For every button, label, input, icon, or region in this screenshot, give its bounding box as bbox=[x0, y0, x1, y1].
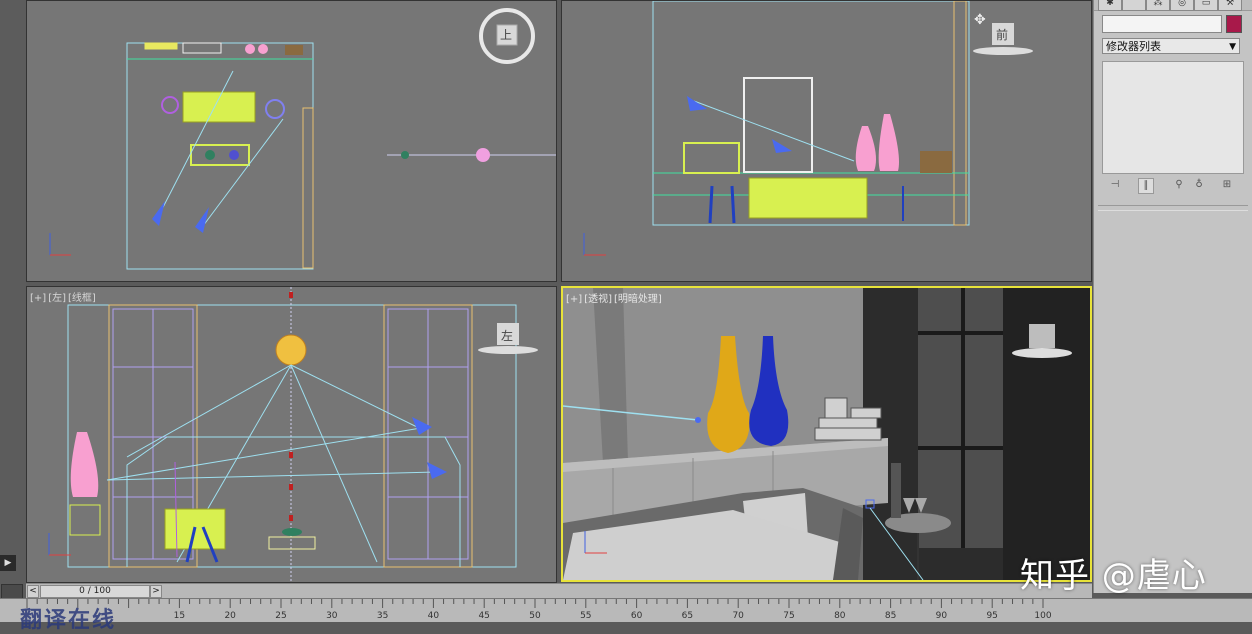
track-bar-tick-label: 65 bbox=[681, 611, 694, 621]
view-cube-left[interactable]: 左 bbox=[501, 327, 513, 344]
pin-stack-icon[interactable]: ⊣ bbox=[1108, 178, 1122, 192]
time-prev-button[interactable]: < bbox=[27, 585, 39, 598]
viewport-label[interactable]: [+] [透视] [明暗处理] bbox=[566, 290, 664, 305]
modifier-stack[interactable] bbox=[1102, 61, 1244, 174]
watermark-text: 知乎 @虐心 bbox=[1020, 556, 1207, 596]
viewport-top[interactable]: 上 bbox=[26, 0, 557, 282]
track-bar-tick-label: 100 bbox=[1034, 611, 1052, 621]
viewport-perspective[interactable]: [+] [透视] [明暗处理] bbox=[561, 286, 1092, 582]
viewport-left[interactable]: [+] [左] [线框] 左 bbox=[26, 286, 557, 583]
modifier-list-dropdown[interactable]: 修改器列表 ▼ bbox=[1102, 38, 1240, 54]
track-bar-tick-label: 25 bbox=[275, 611, 287, 621]
left-view-wireframe bbox=[48, 287, 538, 582]
remove-modifier-icon[interactable]: ♁ bbox=[1192, 178, 1206, 192]
display-icon[interactable]: ▭ bbox=[1194, 0, 1218, 11]
track-bar-tick-label: 30 bbox=[326, 611, 338, 621]
viewport-shading[interactable]: [明暗处理] bbox=[614, 294, 662, 305]
viewport-menu[interactable]: [+] bbox=[566, 294, 582, 305]
track-bar-tick-label: 95 bbox=[986, 611, 998, 621]
viewport-view-name[interactable]: [透视] bbox=[584, 294, 612, 305]
chevron-down-icon: ▼ bbox=[1229, 42, 1236, 52]
motion-icon[interactable]: ◎ bbox=[1170, 0, 1194, 11]
show-end-result-icon[interactable]: ∥ bbox=[1138, 178, 1154, 194]
create-icon[interactable]: ✱ bbox=[1098, 0, 1122, 11]
track-bar-tick-label: 45 bbox=[478, 611, 490, 621]
expand-arrow-icon[interactable]: ▶ bbox=[0, 555, 16, 571]
top-view-wireframe bbox=[49, 8, 556, 270]
brand-watermark: 翻译在线 bbox=[20, 608, 117, 633]
track-bar-tick-label: 80 bbox=[834, 611, 846, 621]
stack-toolbar: ⊣ ∥ ⚲ ♁ ⊞ bbox=[1102, 178, 1242, 194]
divider bbox=[1098, 210, 1248, 211]
track-bar-tick-label: 60 bbox=[630, 611, 643, 621]
track-bar-tick-label: 15 bbox=[173, 611, 186, 621]
configure-modifier-sets-icon[interactable]: ⊞ bbox=[1220, 178, 1234, 192]
utilities-icon[interactable]: ⚒ bbox=[1218, 0, 1242, 11]
track-bar-tick-label: 75 bbox=[783, 611, 795, 621]
track-bar-tick-label: 85 bbox=[884, 611, 897, 621]
divider bbox=[1098, 205, 1248, 206]
modifier-list-label: 修改器列表 bbox=[1106, 40, 1161, 53]
time-slider[interactable]: 0 / 100 bbox=[40, 585, 150, 598]
track-bar-tick-label: 50 bbox=[529, 611, 541, 621]
front-view-wireframe bbox=[583, 1, 1033, 256]
track-bar[interactable]: 15 20 25 30 35 40 45 50 55 60 65 70 75 80 85 90 95 100 bbox=[0, 598, 1252, 622]
track-bar-tick-label: 55 bbox=[580, 611, 592, 621]
view-cube-top[interactable]: 上 bbox=[500, 26, 512, 43]
modify-icon[interactable]: ⌒ bbox=[1122, 0, 1146, 11]
hierarchy-icon[interactable]: ⁂ bbox=[1146, 0, 1170, 11]
track-bar-tick-label: 90 bbox=[935, 611, 948, 621]
make-unique-icon[interactable]: ⚲ bbox=[1172, 178, 1186, 192]
object-color-swatch[interactable] bbox=[1226, 15, 1242, 33]
track-bar-tick-label: 70 bbox=[732, 611, 744, 621]
track-bar-tick-label: 35 bbox=[376, 611, 389, 621]
pan-cursor-icon: ✥ bbox=[974, 12, 986, 28]
command-panel-tabs: ✱ ⌒ ⁂ ◎ ▭ ⚒ bbox=[1094, 0, 1252, 11]
view-cube-front[interactable]: 前 bbox=[996, 26, 1008, 43]
time-next-button[interactable]: > bbox=[150, 585, 162, 598]
track-bar-tick-label: 20 bbox=[224, 611, 236, 621]
time-slider-bar: < 0 / 100 > bbox=[26, 583, 1092, 598]
command-panel: ✱ ⌒ ⁂ ◎ ▭ ⚒ 修改器列表 ▼ ⊣ ∥ ⚲ ♁ ⊞ bbox=[1093, 0, 1252, 593]
track-bar-tick-label: 40 bbox=[427, 611, 440, 621]
left-toolbar-strip bbox=[0, 0, 26, 598]
viewport-front[interactable]: 前 ✥ bbox=[561, 0, 1092, 282]
object-name-field[interactable] bbox=[1102, 15, 1222, 33]
perspective-render bbox=[563, 288, 1090, 580]
track-bar-ticks bbox=[26, 599, 1044, 608]
